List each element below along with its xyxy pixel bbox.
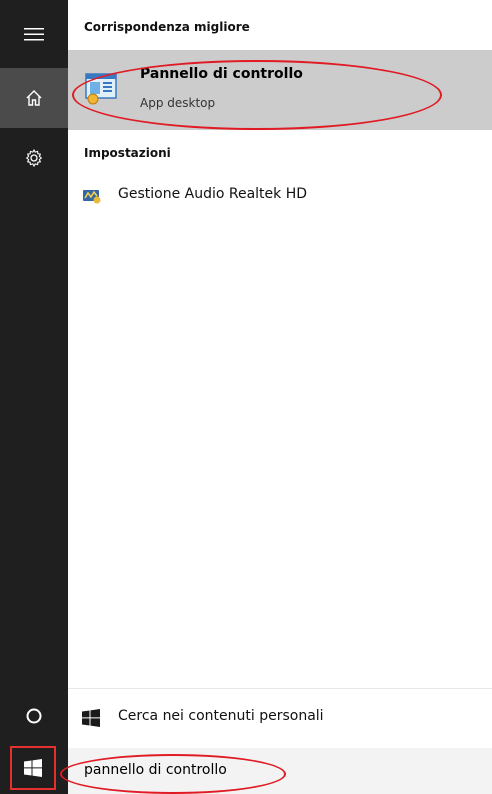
- divider: [68, 688, 492, 689]
- home-icon: [26, 90, 42, 106]
- settings-result-label: Gestione Audio Realtek HD: [118, 186, 308, 202]
- search-personal-content-item[interactable]: Cerca nei contenuti personali: [68, 698, 492, 738]
- settings-result-realtek[interactable]: Gestione Audio Realtek HD: [68, 178, 492, 214]
- home-button[interactable]: [0, 68, 68, 128]
- search-results-pane: Corrispondenza migliore Pannello di cont…: [68, 0, 492, 794]
- start-button[interactable]: [10, 746, 56, 790]
- hamburger-icon: [24, 28, 44, 41]
- realtek-audio-icon: [83, 190, 101, 204]
- best-match-title: Pannello di controllo: [140, 66, 303, 82]
- search-box[interactable]: pannello di controllo: [68, 748, 492, 794]
- windows-start-icon: [24, 759, 42, 777]
- settings-header: Impostazioni: [84, 146, 171, 160]
- windows-logo-icon: [82, 709, 100, 727]
- menu-button[interactable]: [0, 4, 68, 64]
- best-match-header: Corrispondenza migliore: [84, 20, 250, 34]
- control-panel-icon: [85, 73, 117, 105]
- best-match-result[interactable]: Pannello di controllo App desktop: [68, 50, 492, 130]
- cortana-button[interactable]: [0, 686, 68, 746]
- search-personal-content-label: Cerca nei contenuti personali: [118, 708, 324, 724]
- gear-icon: [25, 149, 43, 167]
- left-rail: [0, 0, 68, 794]
- cortana-icon: [26, 708, 42, 724]
- best-match-subtitle: App desktop: [140, 96, 216, 110]
- search-input[interactable]: pannello di controllo: [84, 762, 227, 778]
- settings-button[interactable]: [0, 128, 68, 188]
